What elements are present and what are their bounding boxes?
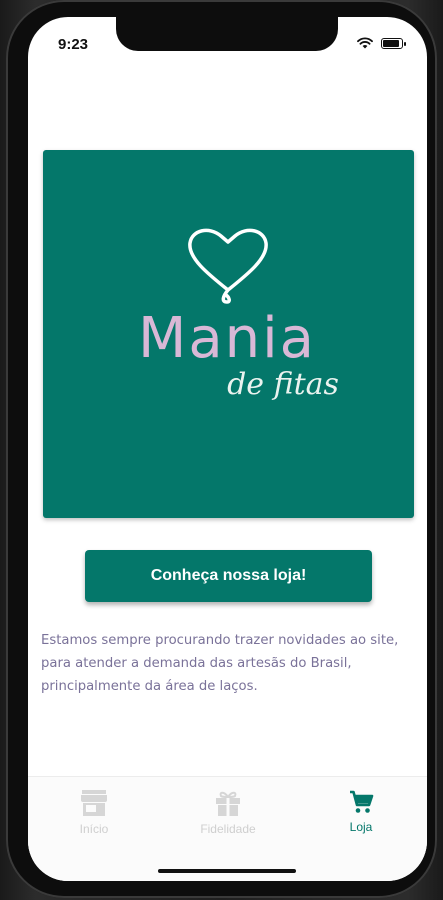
tab-loja[interactable]: Loja (311, 789, 411, 834)
logo-script: de fitas (227, 367, 339, 402)
heart-icon (188, 228, 268, 304)
store-banner: Mania de fitas (43, 150, 414, 518)
tab-loja-label: Loja (349, 820, 373, 834)
gift-icon (216, 791, 240, 816)
wifi-icon (357, 37, 373, 49)
app-screen: 9:23 Mania de fitas Conheça nossa loja! … (28, 17, 427, 881)
status-time: 9:23 (58, 36, 89, 53)
status-icons (357, 37, 406, 49)
home-indicator (158, 869, 296, 873)
battery-icon (381, 37, 406, 49)
tab-fidelidade-label: Fidelidade (200, 822, 256, 836)
tab-fidelidade[interactable]: Fidelidade (178, 789, 278, 836)
store-icon (81, 790, 107, 816)
logo: Mania de fitas (138, 228, 339, 402)
logo-text: Mania (138, 306, 316, 371)
bottom-tab-bar: Início Fidelidade Loja (28, 776, 427, 881)
device-background: 9:23 Mania de fitas Conheça nossa loja! … (0, 0, 443, 900)
notch (116, 17, 338, 51)
tab-inicio[interactable]: Início (44, 789, 144, 836)
description-text: Estamos sempre procurando trazer novidad… (41, 633, 399, 694)
visit-store-button[interactable]: Conheça nossa loja! (85, 550, 372, 602)
tab-inicio-label: Início (79, 822, 109, 836)
cart-icon (350, 790, 374, 813)
phone-frame: 9:23 Mania de fitas Conheça nossa loja! … (6, 0, 437, 898)
